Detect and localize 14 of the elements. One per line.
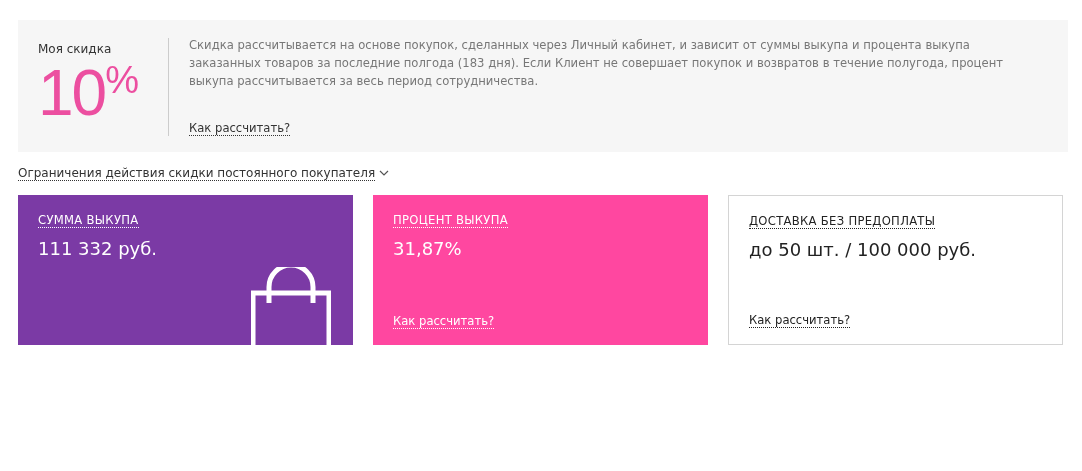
card-value: 31,87% [393,238,463,259]
card-value: 111 332 руб. [38,238,159,259]
calculation-link[interactable]: Как рассчитать? [749,313,851,328]
card-value: до 50 шт. / 100 000 руб. [749,239,978,260]
card-title: ПРОЦЕНТ ВЫКУПА [393,213,508,228]
card-title: ДОСТАВКА БЕЗ ПРЕДОПЛАТЫ [749,214,936,229]
restrictions-link[interactable]: Ограничения действия скидки постоянного покупателя [18,166,376,181]
calculation-link[interactable]: Как рассчитать? [189,121,291,136]
discount-label: Моя скидка [38,42,112,56]
shopping-bag-icon [251,267,331,345]
chevron-icon[interactable] [379,170,390,177]
card-title: СУММА ВЫКУПА [38,213,139,228]
discount-description: Скидка рассчитывается на основе покупок, сделанных через Личный кабинет, и зависит от суммы выкупа и процента выкупа заказанных товаров за последние полгода (183 дня). Если Клиент не совершает покупок и возвратов в течение полугода, процент выкупа рассчитывается за весь период сотрудничества. [189,37,1004,90]
discount-value: 10% [38,61,139,125]
